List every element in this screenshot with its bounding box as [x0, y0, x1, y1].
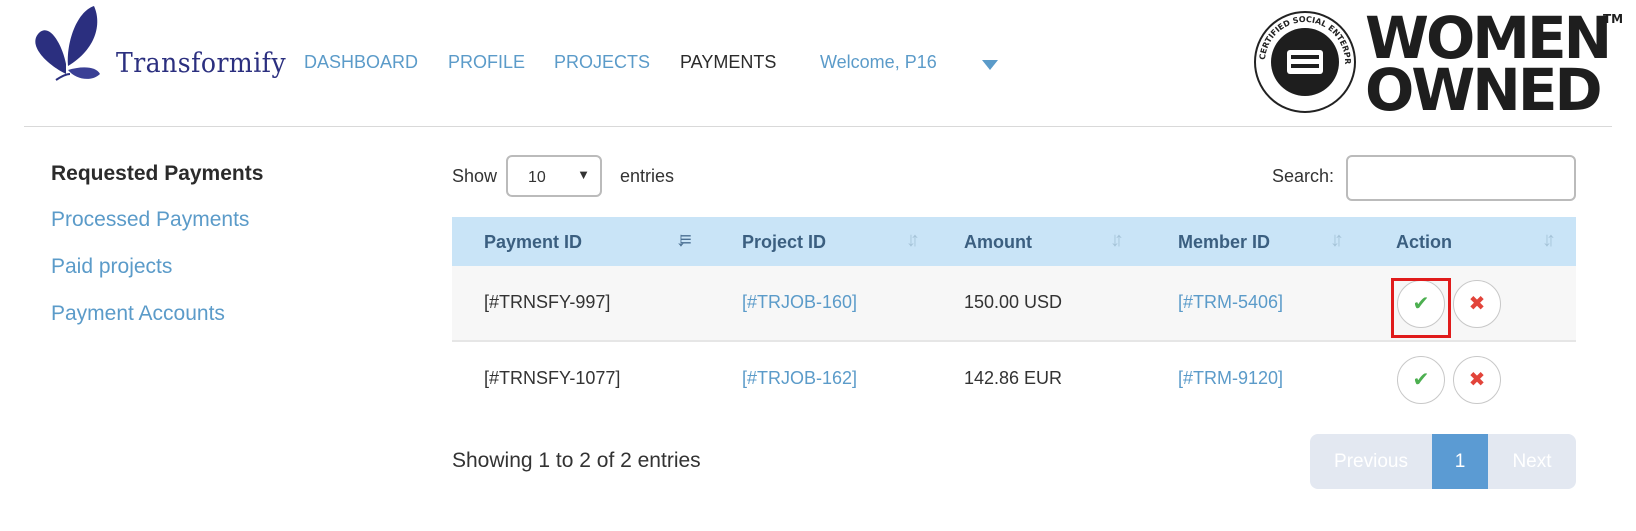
header-divider: [24, 126, 1612, 127]
column-header-project-id[interactable]: Project ID: [742, 232, 826, 253]
transformify-logo[interactable]: Transformify: [26, 4, 286, 86]
amount-cell: 142.86 EUR: [964, 368, 1063, 388]
butterfly-icon: [35, 6, 100, 81]
entries-select[interactable]: 10 ▼: [506, 155, 602, 197]
project-id-link[interactable]: [#TRJOB-160]: [742, 292, 857, 313]
search-input[interactable]: [1346, 155, 1576, 201]
column-header-payment-id[interactable]: Payment ID: [484, 232, 582, 253]
payment-id-cell: [#TRNSFY-997]: [484, 292, 611, 312]
trademark-mark: TM: [1603, 12, 1624, 26]
previous-button[interactable]: Previous: [1310, 434, 1432, 489]
reject-button[interactable]: ✖: [1453, 356, 1501, 404]
amount-cell: 150.00 USD: [964, 292, 1063, 312]
table-info: Showing 1 to 2 of 2 entries: [452, 449, 701, 472]
table-row: [#TRNSFY-1077] [#TRJOB-162] 142.86 EUR […: [452, 342, 1576, 416]
search-label: Search:: [1272, 166, 1335, 186]
brand-name: Transformify: [116, 48, 287, 79]
page-1-button[interactable]: 1: [1432, 434, 1488, 489]
chevron-down-icon[interactable]: [982, 60, 998, 70]
payment-id-cell: [#TRNSFY-1077]: [484, 368, 621, 388]
next-button[interactable]: Next: [1488, 434, 1576, 489]
sort-asc-icon[interactable]: ↓≡: [676, 229, 691, 252]
show-label: Show: [452, 166, 498, 186]
nav-payments[interactable]: PAYMENTS: [680, 52, 776, 73]
sort-icon[interactable]: ↓↑: [1330, 229, 1344, 252]
nav-dashboard[interactable]: DASHBOARD: [304, 52, 418, 73]
reject-button[interactable]: ✖: [1453, 280, 1501, 328]
column-header-action[interactable]: Action: [1396, 232, 1452, 253]
chevron-down-icon: ▼: [577, 167, 590, 182]
sort-icon[interactable]: ↓↑: [1110, 229, 1124, 252]
pagination: Previous 1 Next: [1310, 434, 1576, 489]
entries-value: 10: [528, 169, 546, 186]
member-id-link[interactable]: [#TRM-9120]: [1178, 368, 1283, 389]
project-id-link[interactable]: [#TRJOB-162]: [742, 368, 857, 389]
sidebar-item-paid-projects[interactable]: Paid projects: [51, 255, 172, 279]
sidebar-item-requested-payments[interactable]: Requested Payments: [51, 162, 263, 186]
member-id-link[interactable]: [#TRM-5406]: [1178, 292, 1283, 313]
entries-label: entries: [620, 166, 675, 186]
column-header-member-id[interactable]: Member ID: [1178, 232, 1270, 253]
women-owned-line2: OWNED: [1365, 56, 1603, 124]
nav-profile[interactable]: PROFILE: [448, 52, 525, 73]
highlight-box: [1391, 278, 1451, 338]
nav-projects[interactable]: PROJECTS: [554, 52, 650, 73]
sidebar-item-payment-accounts[interactable]: Payment Accounts: [51, 302, 225, 326]
table-header: Payment ID ↓≡ Project ID ↓↑ Amount ↓↑ Me…: [452, 217, 1576, 266]
column-header-amount[interactable]: Amount: [964, 232, 1032, 253]
welcome-menu[interactable]: Welcome, P16: [820, 52, 937, 73]
social-enterprise-seal: CERTIFIED SOCIAL ENTERPRISE · BUSINESS F…: [1253, 10, 1356, 113]
approve-button[interactable]: ✔: [1397, 356, 1445, 404]
sort-icon[interactable]: ↓↑: [1542, 229, 1556, 252]
sort-icon[interactable]: ↓↑: [906, 229, 920, 252]
sidebar-item-processed-payments[interactable]: Processed Payments: [51, 208, 249, 232]
